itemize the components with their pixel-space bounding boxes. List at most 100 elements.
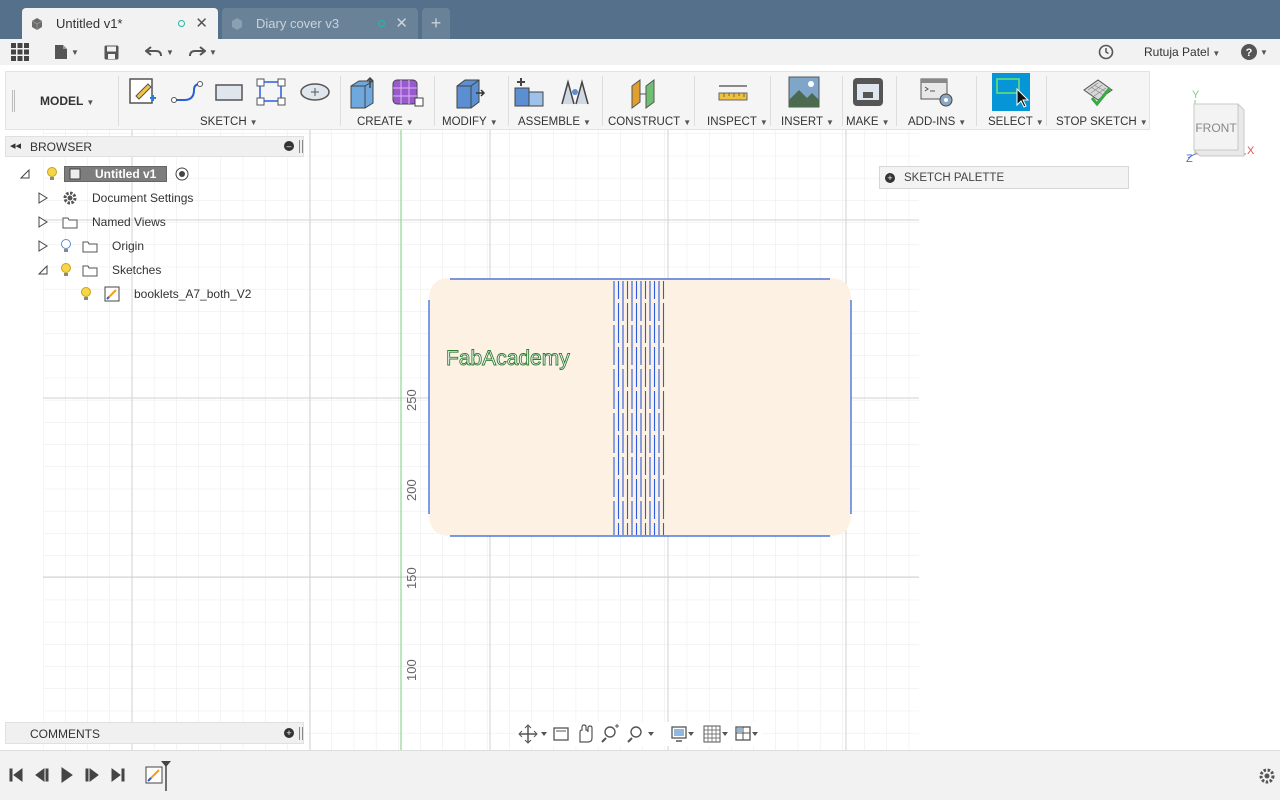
expanded-arrow-icon[interactable] xyxy=(20,169,30,179)
extrude-icon[interactable] xyxy=(346,76,380,110)
line-tool-icon[interactable] xyxy=(170,76,204,108)
collapse-panel-icon[interactable]: ◂◂ xyxy=(10,139,21,152)
step-forward-icon[interactable] xyxy=(85,768,99,782)
new-tab-button[interactable]: + xyxy=(422,8,450,39)
design-canvas[interactable]: FabAcademy 250 200 150 100 xyxy=(0,130,1280,750)
sketch-profile[interactable] xyxy=(428,278,852,537)
visibility-bulb-icon[interactable] xyxy=(60,263,72,277)
user-account-menu[interactable]: Rutuja Patel ▼ xyxy=(1144,45,1220,59)
create-sketch-icon[interactable] xyxy=(128,76,158,108)
browser-panel-header[interactable]: ◂◂ BROWSER – xyxy=(5,136,304,157)
press-pull-icon[interactable] xyxy=(452,76,486,110)
toolbar-grip[interactable] xyxy=(12,90,15,112)
pan-hand-icon[interactable] xyxy=(579,724,593,743)
play-icon[interactable] xyxy=(61,767,73,783)
sketch-menu[interactable]: SKETCH ▼ xyxy=(200,116,258,128)
modify-menu[interactable]: MODIFY ▼ xyxy=(442,116,498,128)
step-back-icon[interactable] xyxy=(35,768,49,782)
collapsed-arrow-icon[interactable] xyxy=(38,216,48,228)
visibility-bulb-icon[interactable] xyxy=(46,167,58,181)
go-to-start-icon[interactable] xyxy=(9,768,23,782)
root-component-chip[interactable]: Untitled v1 xyxy=(64,166,168,182)
3d-print-icon[interactable] xyxy=(852,76,884,108)
visibility-bulb-icon[interactable] xyxy=(80,287,92,301)
axis-y-label: Y xyxy=(1192,89,1200,101)
stop-sketch-icon[interactable] xyxy=(1080,76,1116,110)
save-icon[interactable] xyxy=(104,43,119,61)
scripts-addins-icon[interactable] xyxy=(919,76,955,110)
form-icon[interactable] xyxy=(389,76,425,110)
sketch-palette-panel[interactable]: + SKETCH PALETTE xyxy=(879,166,1129,189)
make-menu[interactable]: MAKE ▼ xyxy=(846,116,890,128)
tree-item-sketch[interactable]: booklets_A7_both_V2 xyxy=(80,284,251,304)
assemble-menu[interactable]: ASSEMBLE ▼ xyxy=(518,116,591,128)
circle-tool-icon[interactable] xyxy=(298,76,332,108)
help-button[interactable]: ? ▼ xyxy=(1241,43,1268,61)
joint-icon[interactable] xyxy=(558,76,592,110)
sketch-text-fabacademy[interactable]: FabAcademy xyxy=(446,347,571,371)
navigation-bar xyxy=(516,722,762,746)
panel-grip-icon[interactable] xyxy=(299,727,303,740)
construct-menu[interactable]: CONSTRUCT ▼ xyxy=(608,116,691,128)
select-tool-button[interactable] xyxy=(992,73,1030,111)
tree-item-sketches[interactable]: Sketches xyxy=(38,260,161,280)
workspace-switcher[interactable]: MODEL ▼ xyxy=(40,94,94,108)
grid-snap-icon[interactable] xyxy=(703,725,728,743)
addins-menu[interactable]: ADD-INS ▼ xyxy=(908,116,966,128)
timeline-settings-gear-icon[interactable] xyxy=(1259,768,1275,784)
sketch-icon xyxy=(104,286,120,302)
new-component-icon[interactable] xyxy=(513,76,547,110)
select-cursor-icon xyxy=(996,78,1030,108)
expand-panel-icon[interactable]: + xyxy=(885,173,895,183)
viewcube[interactable]: FRONT Y X Z xyxy=(1186,88,1260,165)
tab-untitled[interactable]: Untitled v1* ✕ xyxy=(22,8,218,39)
constraint-tool-icon[interactable] xyxy=(254,76,288,108)
close-icon[interactable]: ✕ xyxy=(195,16,208,31)
tree-item-origin[interactable]: Origin xyxy=(38,236,144,256)
inspect-menu[interactable]: INSPECT ▼ xyxy=(707,116,768,128)
collapsed-arrow-icon[interactable] xyxy=(38,192,48,204)
fit-zoom-icon[interactable] xyxy=(627,726,654,743)
look-at-icon[interactable] xyxy=(553,727,569,741)
file-menu-button[interactable]: ▼ xyxy=(54,43,79,61)
tree-item-document-settings[interactable]: Document Settings xyxy=(38,188,193,208)
viewports-icon[interactable] xyxy=(735,726,758,741)
insert-menu[interactable]: INSERT ▼ xyxy=(781,116,834,128)
select-menu[interactable]: SELECT ▼ xyxy=(988,116,1044,128)
workspace-label: MODEL xyxy=(40,94,84,108)
status-dot-icon xyxy=(178,20,186,27)
offset-plane-icon[interactable] xyxy=(628,76,664,110)
undo-button[interactable]: ▼ xyxy=(145,43,174,61)
minimize-panel-icon[interactable]: – xyxy=(284,141,294,151)
tree-item-label: Document Settings xyxy=(92,191,194,205)
collapsed-arrow-icon[interactable] xyxy=(38,240,48,252)
ruler-label: 100 xyxy=(404,659,419,681)
activate-radio-icon[interactable] xyxy=(175,167,189,181)
go-to-end-icon[interactable] xyxy=(111,768,125,782)
orbit-icon[interactable] xyxy=(518,724,547,744)
tree-root-untitled[interactable]: Untitled v1 xyxy=(20,164,189,184)
stop-sketch-button[interactable]: STOP SKETCH ▼ xyxy=(1056,116,1148,128)
ribbon-toolbar: MODEL ▼ SKETCH ▼ CREATE ▼ MODIFY ▼ ASSEMBLE ▼… xyxy=(5,71,1150,130)
svg-text:?: ? xyxy=(1246,47,1253,59)
visibility-bulb-icon[interactable] xyxy=(60,239,72,253)
display-settings-icon[interactable] xyxy=(671,726,694,742)
job-status-clock-icon[interactable] xyxy=(1098,43,1114,61)
close-icon[interactable]: ✕ xyxy=(395,16,408,31)
tab-diary-cover[interactable]: Diary cover v3 ✕ xyxy=(222,8,418,39)
sketch-palette-title: SKETCH PALETTE xyxy=(904,172,1005,184)
folder-icon xyxy=(82,265,98,276)
add-comment-icon[interactable]: + xyxy=(284,728,294,738)
measure-icon[interactable] xyxy=(716,76,750,108)
create-menu[interactable]: CREATE ▼ xyxy=(357,116,414,128)
comments-panel-header[interactable]: COMMENTS + xyxy=(5,722,304,744)
redo-button[interactable]: ▼ xyxy=(188,43,217,61)
insert-image-icon[interactable] xyxy=(788,76,820,108)
timeline-sketch-feature-icon[interactable] xyxy=(145,766,163,784)
panel-grip-icon[interactable] xyxy=(299,140,303,153)
zoom-icon[interactable] xyxy=(601,724,619,743)
rectangle-tool-icon[interactable] xyxy=(213,76,245,108)
tree-item-named-views[interactable]: Named Views xyxy=(38,212,166,232)
app-grid-icon[interactable] xyxy=(11,43,29,61)
expanded-arrow-icon[interactable] xyxy=(38,265,48,275)
